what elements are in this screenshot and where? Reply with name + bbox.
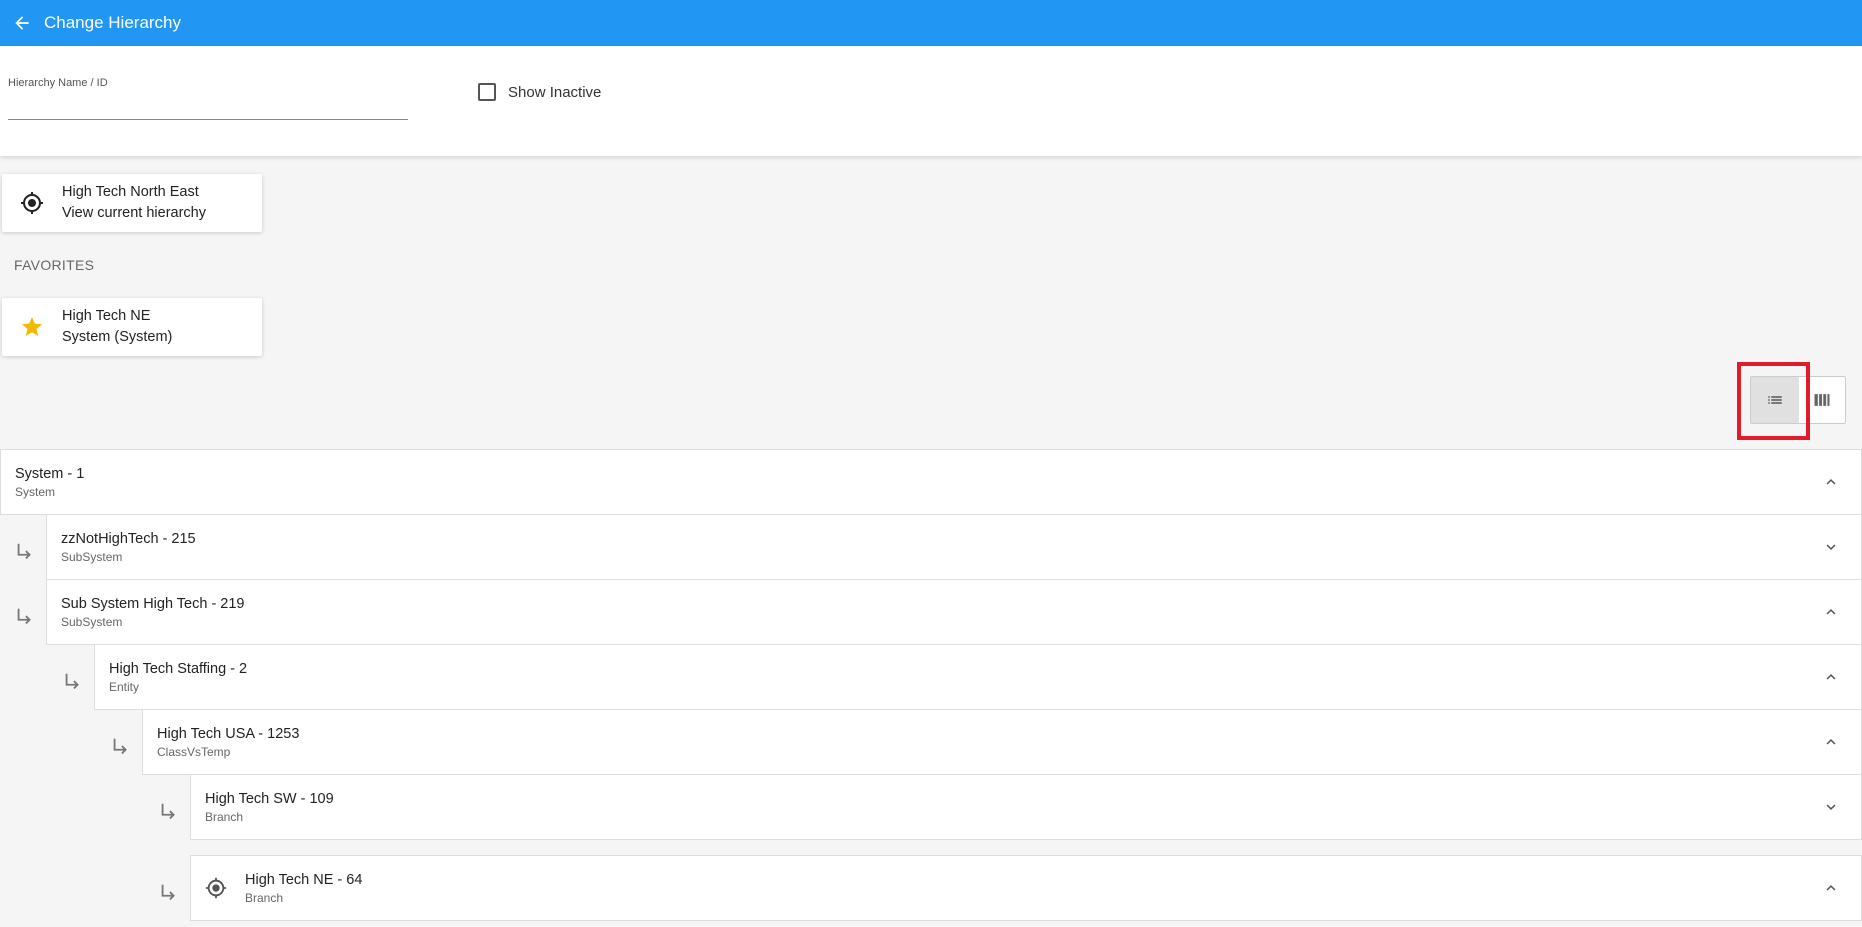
chevron-up-icon [1826,674,1836,680]
favorites-header: FAVORITES [14,257,95,273]
collapse-button[interactable] [1801,580,1861,644]
tree-row-name: High Tech NE - 64 [245,871,363,888]
crosshair-icon [205,877,227,899]
show-inactive-checkbox[interactable] [478,83,496,101]
tree-row[interactable]: High Tech USA - 1253 ClassVsTemp [142,709,1862,775]
hierarchy-search-input[interactable] [8,94,408,120]
current-hierarchy-subtitle: View current hierarchy [62,205,206,221]
tree-row[interactable]: Sub System High Tech - 219 SubSystem [46,579,1862,645]
tree-row-name: zzNotHighTech - 215 [61,530,196,547]
tree-row-type: ClassVsTemp [157,744,231,759]
child-arrow-icon [161,884,175,901]
crosshair-icon [21,192,43,214]
tree-row-type: Entity [109,679,140,694]
tree-row-type: SubSystem [61,549,123,564]
chevron-up-icon [1826,609,1836,615]
favorite-subtitle: System (System) [62,329,173,345]
current-hierarchy-name: High Tech North East [62,184,199,200]
child-arrow-icon [17,608,31,625]
tree-row-type: System [15,484,56,499]
chevron-up-icon [1826,885,1836,891]
search-panel: Hierarchy Name / ID Show Inactive [0,46,1862,156]
app-bar: Change Hierarchy [0,0,1862,46]
tree-row-name: Sub System High Tech - 219 [61,595,245,612]
star-icon [22,317,42,336]
list-view-button[interactable] [1751,377,1799,423]
child-arrow-icon [65,673,79,690]
chevron-down-icon [1826,544,1836,550]
tree-row-type: Branch [205,809,244,824]
tree-row-type: SubSystem [61,614,123,629]
collapse-button[interactable] [1801,450,1861,514]
list-icon [1768,396,1782,404]
tree-row-name: High Tech USA - 1253 [157,725,300,742]
tree-row[interactable]: zzNotHighTech - 215 SubSystem [46,514,1862,580]
collapse-button[interactable] [1801,710,1861,774]
back-button[interactable] [0,0,44,46]
favorite-card[interactable]: High Tech NE System (System) [2,298,262,356]
column-view-button[interactable] [1799,377,1845,423]
view-mode-toggle [1750,376,1846,424]
expand-button[interactable] [1801,775,1861,839]
tree-row[interactable]: High Tech SW - 109 Branch [190,774,1862,840]
arrow-left-icon [15,16,29,30]
tree-row-name: High Tech Staffing - 2 [109,660,248,677]
favorite-name: High Tech NE [62,308,151,324]
child-arrow-icon [113,738,127,755]
tree-row[interactable]: High Tech NE - 64 Branch [190,855,1862,921]
search-field-label: Hierarchy Name / ID [8,77,108,89]
child-arrow-icon [17,543,31,560]
current-hierarchy-card[interactable]: High Tech North East View current hierar… [2,174,262,232]
tree-row[interactable]: System - 1 System [0,449,1862,515]
expand-button[interactable] [1801,515,1861,579]
chevron-up-icon [1826,479,1836,485]
tree-row-type: Branch [245,890,284,905]
view-column-icon [1814,394,1830,406]
show-inactive-label: Show Inactive [508,83,602,101]
show-inactive-toggle[interactable]: Show Inactive [478,83,601,101]
collapse-button[interactable] [1801,645,1861,709]
tree-row[interactable]: High Tech Staffing - 2 Entity [94,644,1862,710]
chevron-down-icon [1826,804,1836,810]
child-arrow-icon [161,803,175,820]
page-title: Change Hierarchy [44,13,182,32]
tree-row-name: System - 1 [15,465,85,482]
tree-row-name: High Tech SW - 109 [205,790,334,807]
chevron-up-icon [1826,739,1836,745]
collapse-button[interactable] [1801,856,1861,920]
